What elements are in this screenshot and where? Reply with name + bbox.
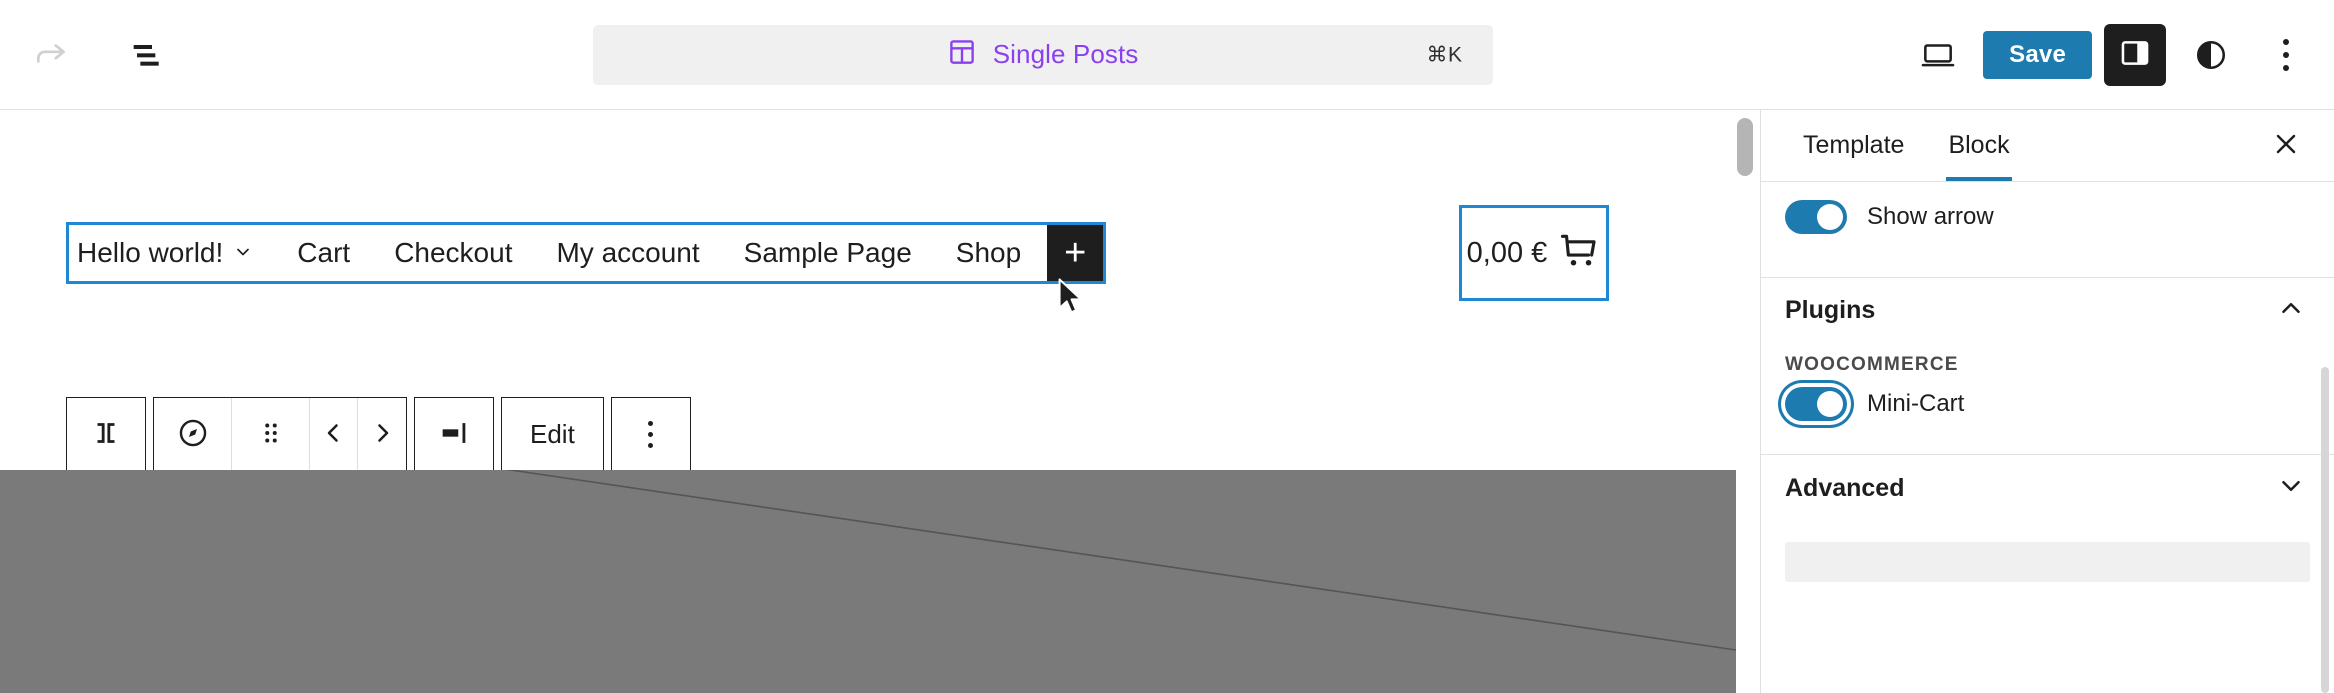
show-arrow-setting[interactable]: Show arrow xyxy=(1761,200,2334,234)
canvas-content: Hello world! Cart Checkout My account Sa… xyxy=(0,110,1736,693)
redo-arrow-icon xyxy=(32,36,70,74)
block-type-button[interactable] xyxy=(154,398,232,470)
command-bar-wrapper: Single Posts ⌘K xyxy=(180,24,1905,85)
nav-item-label: Sample Page xyxy=(743,237,912,268)
move-left-button[interactable] xyxy=(310,398,358,470)
sidebar-content-placeholder xyxy=(1785,542,2310,582)
command-bar-shortcut: ⌘K xyxy=(1426,43,1463,66)
nav-item-shop[interactable]: Shop xyxy=(934,237,1043,269)
contrast-styles-icon xyxy=(2194,38,2228,72)
block-more-options-icon xyxy=(648,420,654,426)
move-left-icon xyxy=(319,418,349,451)
sidebar-scrollbar-thumb[interactable] xyxy=(2321,367,2329,693)
advanced-section-title: Advanced xyxy=(1785,473,1905,502)
settings-sidebar: Template Block Show arrow Plugins WOOCOM… xyxy=(1760,110,2334,693)
canvas-scrollbar[interactable] xyxy=(1734,110,1756,693)
navigation-block-icon xyxy=(176,416,210,453)
move-right-icon xyxy=(367,418,397,451)
more-options-icon-dot xyxy=(2283,64,2289,71)
toggle-knob xyxy=(1817,204,1843,230)
nav-item-label: Hello world! xyxy=(77,237,224,268)
shopping-cart-icon xyxy=(1557,229,1601,278)
nav-item-cart[interactable]: Cart xyxy=(275,237,372,269)
settings-sidebar-toggle-button[interactable] xyxy=(2104,23,2166,86)
command-bar[interactable]: Single Posts ⌘K xyxy=(592,24,1493,85)
list-view-button[interactable] xyxy=(114,22,180,88)
editor-canvas: Hello world! Cart Checkout My account Sa… xyxy=(0,110,1760,693)
nav-item-label: Checkout xyxy=(394,237,513,268)
more-options-icon-dot xyxy=(2283,51,2289,58)
add-nav-item-button[interactable]: + xyxy=(1047,225,1104,281)
close-icon xyxy=(2270,128,2302,163)
justification-group xyxy=(414,397,494,471)
justification-icon xyxy=(437,416,471,453)
move-right-button[interactable] xyxy=(358,398,406,470)
drag-handle-button[interactable] xyxy=(232,398,310,470)
select-parent-group xyxy=(66,397,146,471)
command-bar-title: Single Posts xyxy=(992,39,1139,69)
advanced-section-header[interactable]: Advanced xyxy=(1761,456,2334,520)
list-view-icon xyxy=(127,35,167,75)
show-arrow-toggle[interactable] xyxy=(1785,200,1847,234)
nav-item-hello-world[interactable]: Hello world! xyxy=(73,237,275,269)
tab-block[interactable]: Block xyxy=(1926,110,2031,181)
header-right-tools: Save xyxy=(1905,22,2334,88)
sidebar-divider xyxy=(1761,454,2334,455)
save-button[interactable]: Save xyxy=(1983,30,2092,79)
nav-item-label: Cart xyxy=(297,237,351,268)
plugins-section-title: Plugins xyxy=(1785,295,1876,324)
nav-item-label: Shop xyxy=(955,237,1022,268)
more-options-icon xyxy=(2283,38,2289,45)
editor-body: Hello world! Cart Checkout My account Sa… xyxy=(0,110,2334,693)
chevron-down-icon xyxy=(233,237,253,269)
sidebar-body: Show arrow Plugins WOOCOMMERCE Mini-Cart… xyxy=(1761,182,2334,693)
close-sidebar-button[interactable] xyxy=(2262,122,2310,170)
wordpress-site-editor: Single Posts ⌘K Save Hello world! Cart C… xyxy=(0,0,2334,693)
navigation-block[interactable]: Hello world! Cart Checkout My account Sa… xyxy=(66,222,1107,284)
block-more-options-icon-dot xyxy=(648,431,654,437)
justification-button[interactable] xyxy=(415,398,493,470)
mini-cart-label: Mini-Cart xyxy=(1867,390,1965,417)
woocommerce-group-label: WOOCOMMERCE xyxy=(1785,354,1959,375)
sidebar-tabs: Template Block xyxy=(1761,110,2334,182)
nav-item-checkout[interactable]: Checkout xyxy=(372,237,534,269)
select-parent-block-icon xyxy=(89,416,123,453)
chevron-up-icon xyxy=(2276,293,2306,328)
sidebar-scrollbar[interactable] xyxy=(2318,367,2332,693)
show-arrow-label: Show arrow xyxy=(1867,203,1994,230)
styles-button[interactable] xyxy=(2178,22,2244,88)
chevron-down-icon xyxy=(2276,471,2306,506)
toggle-knob xyxy=(1817,391,1843,417)
drag-handle-icon xyxy=(256,418,286,451)
preview-button[interactable] xyxy=(1905,22,1971,88)
mini-cart-block[interactable]: 0,00 € xyxy=(1459,205,1609,301)
edit-group: Edit xyxy=(501,397,604,471)
command-bar-content: Single Posts xyxy=(947,37,1139,72)
settings-sidebar-icon xyxy=(2118,36,2152,73)
block-more-options-button[interactable] xyxy=(612,398,690,470)
block-options-group xyxy=(610,397,691,471)
redo-button[interactable] xyxy=(18,22,84,88)
block-actions-group xyxy=(153,397,407,471)
edit-button[interactable]: Edit xyxy=(502,398,603,470)
mini-cart-setting[interactable]: Mini-Cart xyxy=(1761,387,2334,421)
navigation-items: Hello world! Cart Checkout My account Sa… xyxy=(69,237,1043,269)
tab-template[interactable]: Template xyxy=(1781,110,1926,181)
template-icon xyxy=(947,37,977,72)
mini-cart-toggle[interactable] xyxy=(1785,387,1847,421)
cover-image-placeholder xyxy=(0,470,1736,693)
editor-header: Single Posts ⌘K Save xyxy=(0,0,2334,110)
canvas-scrollbar-thumb[interactable] xyxy=(1737,118,1753,176)
nav-item-my-account[interactable]: My account xyxy=(534,237,721,269)
more-options-button[interactable] xyxy=(2256,22,2316,88)
desktop-preview-icon xyxy=(1919,36,1957,74)
select-parent-block-button[interactable] xyxy=(67,398,145,470)
nav-item-label: My account xyxy=(556,237,700,268)
block-toolbar: Edit xyxy=(66,397,691,471)
nav-item-sample-page[interactable]: Sample Page xyxy=(722,237,934,269)
block-more-options-icon-dot xyxy=(648,442,654,448)
mini-cart-price: 0,00 € xyxy=(1466,236,1548,269)
header-left-tools xyxy=(0,22,180,88)
plugins-section-header[interactable]: Plugins xyxy=(1761,278,2334,342)
